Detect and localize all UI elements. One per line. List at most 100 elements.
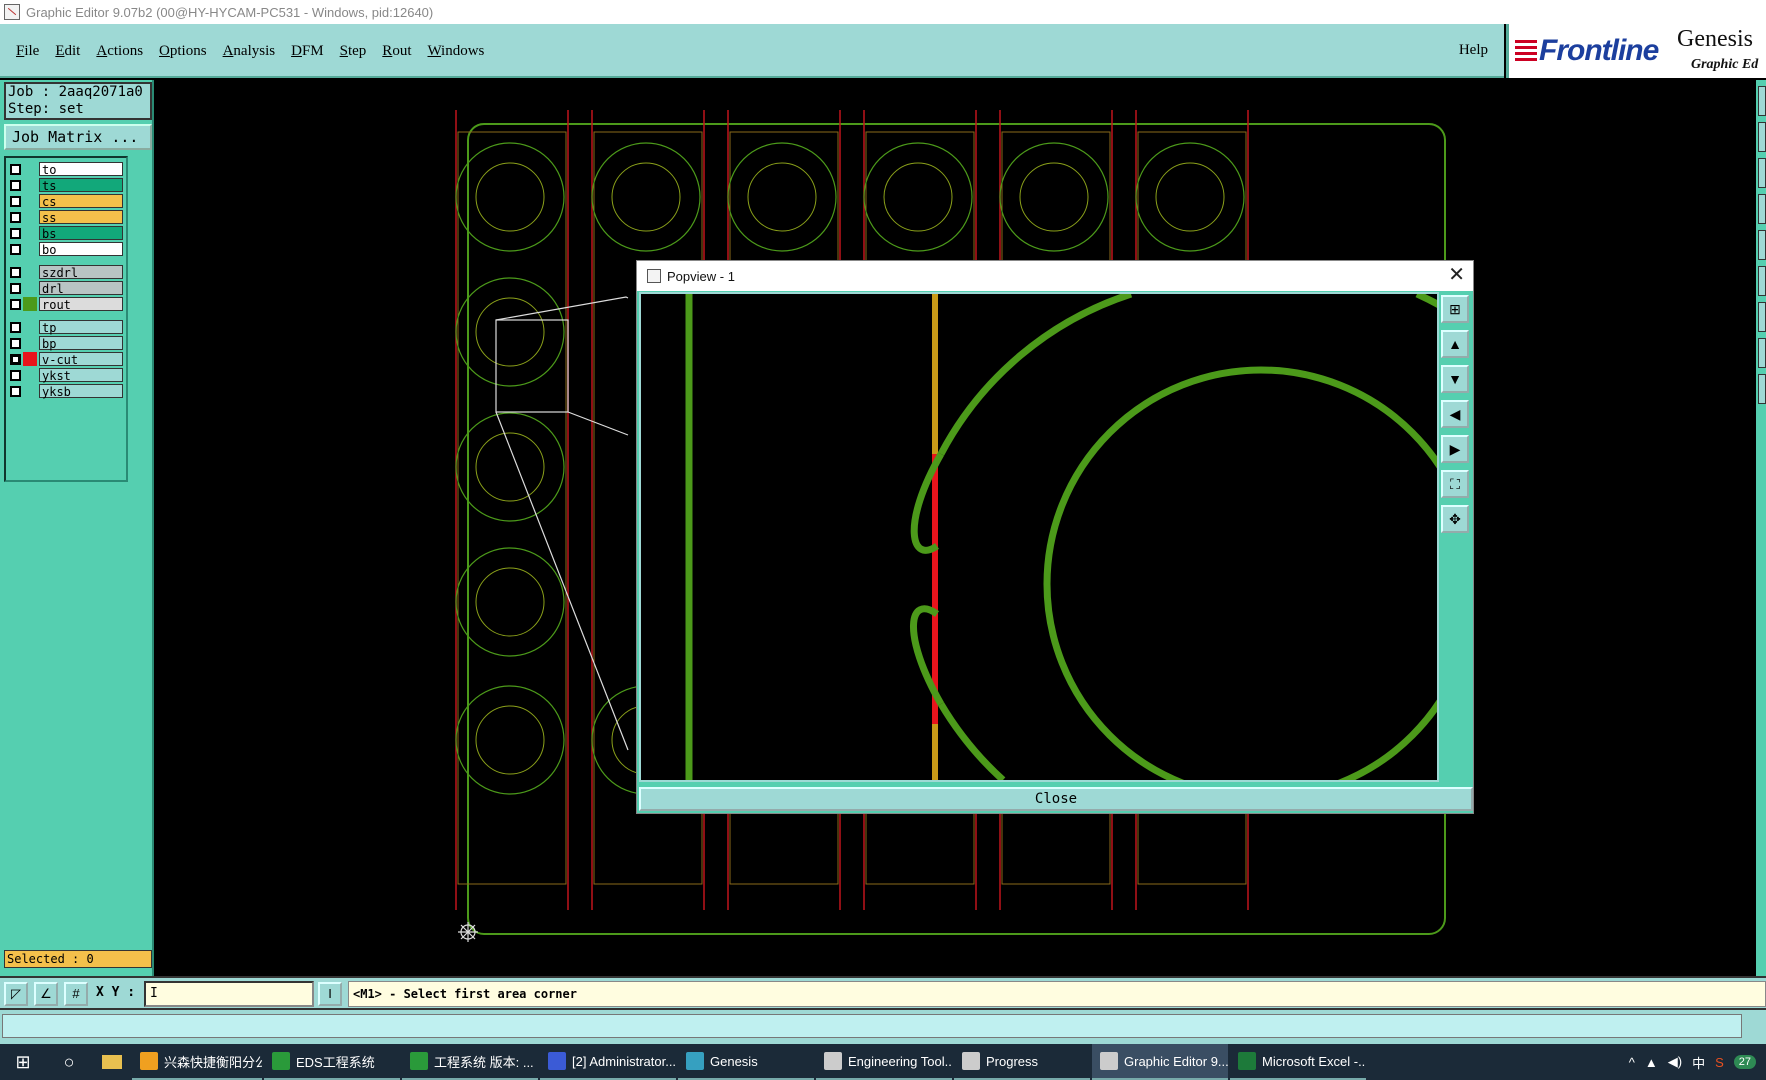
layer-checkbox[interactable] xyxy=(10,179,21,191)
right-tool-button[interactable] xyxy=(1758,230,1766,260)
taskbar-item[interactable]: [2] Administrator... xyxy=(540,1044,676,1080)
taskbar-app-icon xyxy=(686,1052,704,1070)
grid-icon[interactable]: # xyxy=(64,982,88,1006)
job-matrix-button[interactable]: Job Matrix ... xyxy=(4,124,152,150)
layer-name[interactable]: drl xyxy=(39,281,123,296)
taskbar-item[interactable]: 工程系统 版本: ... xyxy=(402,1044,538,1080)
ime-indicator[interactable]: 中 xyxy=(1692,1053,1705,1072)
layer-checkbox[interactable] xyxy=(10,369,21,381)
layer-name[interactable]: tp xyxy=(39,320,123,335)
right-tool-button[interactable] xyxy=(1758,86,1766,116)
right-tool-button[interactable] xyxy=(1758,266,1766,296)
measure-mode-icon[interactable]: ∠ xyxy=(34,982,58,1006)
pan-left-icon[interactable]: ◀ xyxy=(1441,400,1469,428)
layer-checkbox[interactable] xyxy=(10,195,21,207)
layer-row-drl[interactable]: drl xyxy=(10,280,126,296)
layer-name[interactable]: bp xyxy=(39,336,123,351)
taskbar-item[interactable]: Graphic Editor 9.... xyxy=(1092,1044,1228,1080)
taskbar-item[interactable]: Engineering Tool... xyxy=(816,1044,952,1080)
layer-row-ykst[interactable]: ykst xyxy=(10,367,126,383)
layer-checkbox[interactable] xyxy=(10,282,21,294)
layer-row-bp[interactable]: bp xyxy=(10,335,126,351)
layer-name[interactable]: ts xyxy=(39,178,123,193)
layer-name[interactable]: v-cut xyxy=(39,352,123,367)
taskbar-item-label: [2] Administrator... xyxy=(572,1053,676,1069)
layer-name[interactable]: ss xyxy=(39,210,123,225)
right-tool-button[interactable] xyxy=(1758,374,1766,404)
layer-row-rout[interactable]: rout xyxy=(10,296,126,312)
layer-checkbox[interactable] xyxy=(10,227,21,239)
pan-down-icon[interactable]: ▼ xyxy=(1441,365,1469,393)
menu-actions[interactable]: Actions xyxy=(88,43,151,60)
right-tool-button[interactable] xyxy=(1758,338,1766,368)
snap-mode-icon[interactable]: ◸ xyxy=(4,982,28,1006)
layer-name[interactable]: yksb xyxy=(39,384,123,399)
layer-name[interactable]: cs xyxy=(39,194,123,209)
layer-row-cs[interactable]: cs xyxy=(10,193,126,209)
right-tool-button[interactable] xyxy=(1758,122,1766,152)
zoom-out-icon[interactable]: ⛶ xyxy=(1441,470,1469,498)
volume-icon[interactable]: ◀) xyxy=(1668,1054,1682,1070)
network-icon[interactable]: ▲ xyxy=(1645,1055,1658,1070)
sogou-icon[interactable]: S xyxy=(1715,1055,1724,1070)
layer-row-ss[interactable]: ss xyxy=(10,209,126,225)
layer-name[interactable]: bs xyxy=(39,226,123,241)
taskbar-item[interactable]: 兴森快捷衡阳分公... xyxy=(132,1044,262,1080)
taskbar-item[interactable]: Microsoft Excel -... xyxy=(1230,1044,1366,1080)
layer-row-to[interactable]: to xyxy=(10,161,126,177)
layer-checkbox[interactable] xyxy=(10,353,21,365)
popview-titlebar[interactable]: Popview - 1 xyxy=(637,261,1473,291)
chevron-up-icon[interactable]: ^ xyxy=(1629,1055,1635,1070)
menu-step[interactable]: Step xyxy=(332,43,375,60)
taskbar-item[interactable]: Genesis xyxy=(678,1044,814,1080)
layer-checkbox[interactable] xyxy=(10,385,21,397)
pan-up-icon[interactable]: ▲ xyxy=(1441,330,1469,358)
zoom-fit-icon[interactable]: ✥ xyxy=(1441,505,1469,533)
taskbar-item[interactable]: EDS工程系统 xyxy=(264,1044,400,1080)
step-name: Step: set xyxy=(8,101,84,117)
pan-right-icon[interactable]: ▶ xyxy=(1441,435,1469,463)
close-icon[interactable]: ✕ xyxy=(1448,264,1465,286)
layer-name[interactable]: to xyxy=(39,162,123,177)
layer-checkbox[interactable] xyxy=(10,321,21,333)
layer-checkbox[interactable] xyxy=(10,298,21,310)
frontline-logo: Frontline Genesis Graphic Ed xyxy=(1506,24,1766,78)
layer-row-bs[interactable]: bs xyxy=(10,225,126,241)
layer-row-ts[interactable]: ts xyxy=(10,177,126,193)
menu-dfm[interactable]: DFM xyxy=(283,43,332,60)
layer-name[interactable]: szdrl xyxy=(39,265,123,280)
layer-name[interactable]: rout xyxy=(39,297,123,312)
menu-options[interactable]: Options xyxy=(151,43,215,60)
layer-row-tp[interactable]: tp xyxy=(10,319,126,335)
menu-edit[interactable]: Edit xyxy=(47,43,88,60)
file-explorer-icon[interactable] xyxy=(92,1044,132,1080)
search-icon[interactable]: ○ xyxy=(46,1044,92,1080)
cursor-mode-icon[interactable]: I xyxy=(318,982,342,1006)
layer-checkbox[interactable] xyxy=(10,211,21,223)
xy-input[interactable]: I xyxy=(144,981,314,1007)
windows-start-icon[interactable]: ⊞ xyxy=(0,1044,46,1080)
right-tool-button[interactable] xyxy=(1758,194,1766,224)
zoom-in-icon[interactable]: ⊞ xyxy=(1441,295,1469,323)
popview-canvas[interactable] xyxy=(639,290,1479,802)
menu-analysis[interactable]: Analysis xyxy=(215,43,284,60)
right-tool-button[interactable] xyxy=(1758,302,1766,332)
menu-help[interactable]: Help xyxy=(1459,42,1488,59)
layer-row-bo[interactable]: bo xyxy=(10,241,126,257)
layer-name[interactable]: ykst xyxy=(39,368,123,383)
notification-badge[interactable]: 27 xyxy=(1733,1055,1756,1069)
menu-rout[interactable]: Rout xyxy=(374,43,419,60)
taskbar-item[interactable]: Progress xyxy=(954,1044,1090,1080)
popview-close-button[interactable]: Close xyxy=(639,787,1473,811)
layer-checkbox[interactable] xyxy=(10,163,21,175)
menu-file[interactable]: File xyxy=(8,43,47,60)
layer-checkbox[interactable] xyxy=(10,266,21,278)
layer-checkbox[interactable] xyxy=(10,337,21,349)
layer-name[interactable]: bo xyxy=(39,242,123,257)
layer-row-v-cut[interactable]: v-cut xyxy=(10,351,126,367)
layer-checkbox[interactable] xyxy=(10,243,21,255)
layer-row-yksb[interactable]: yksb xyxy=(10,383,126,399)
layer-row-szdrl[interactable]: szdrl xyxy=(10,264,126,280)
menu-windows[interactable]: Windows xyxy=(419,43,492,60)
right-tool-button[interactable] xyxy=(1758,158,1766,188)
